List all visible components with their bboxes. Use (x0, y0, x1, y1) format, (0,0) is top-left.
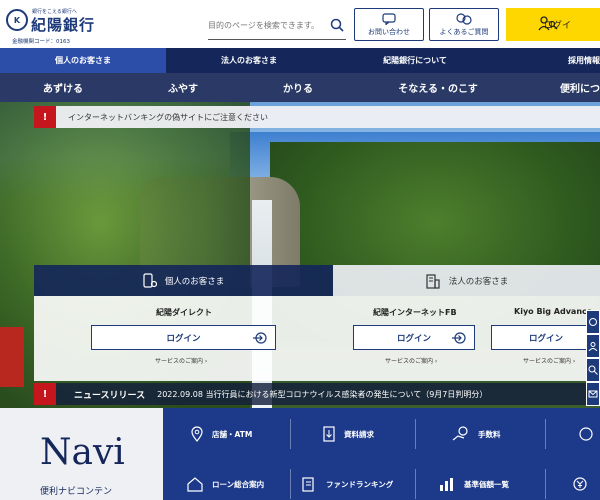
navi-item-nav-list[interactable]: 基準価額一覧 (438, 464, 509, 500)
navi-subtitle: 便利ナビコンテン (40, 487, 113, 497)
nav-about[interactable]: 紀陽銀行について (332, 48, 498, 73)
speech-bubble-icon (382, 12, 396, 25)
nav-corporate[interactable]: 法人のお客さま (166, 48, 332, 73)
bank-code: 金融機関コード：0163 (12, 39, 70, 45)
login-button-kba[interactable]: ログイン (491, 325, 600, 350)
primary-nav: 個人のお客さま 法人のお客さま 紀陽銀行について 採用情報 (0, 48, 600, 73)
house-yen-icon (187, 477, 203, 492)
login-arrow-icon (452, 332, 466, 344)
login-button-label: ログイン (166, 333, 201, 344)
service-guide-kba[interactable]: サービスのご案内 › (523, 356, 575, 365)
search-input[interactable] (208, 15, 326, 35)
alert-banner[interactable]: ! インターネットバンキングの偽サイトにご注意ください (34, 106, 600, 128)
faq-label: よくあるご質問 (439, 27, 489, 36)
navi-item-yen[interactable] (570, 464, 590, 500)
navi-section: Navi 便利ナビコンテン 店舗・ATM 資料請求 手数料 ローン総合案内 ファ… (0, 408, 600, 500)
login-button-label: ログイン (396, 333, 431, 344)
tab-corporate-label: 法人のお客さま (448, 276, 509, 287)
navi-item-fund-ranking[interactable]: ファンドランキング (300, 464, 393, 500)
search-icon (330, 18, 344, 32)
nav-personal[interactable]: 個人のお客さま (0, 48, 166, 73)
person-icon (588, 342, 598, 351)
service-guide-direct[interactable]: サービスのご案内 › (155, 356, 207, 365)
key-people-icon (538, 15, 558, 36)
search-icon (588, 365, 598, 375)
alert-icon: ! (34, 106, 56, 128)
corporate-login-body: 紀陽インターネットFB ログイン サービスのご案内 › Kiyo Big Adv… (333, 296, 600, 381)
document-download-icon (323, 426, 335, 442)
side-button-3[interactable] (586, 358, 600, 382)
login-button-fb[interactable]: ログイン (353, 325, 475, 350)
news-release-bar[interactable]: ! ニュースリリース 2022.09.08 当行行員における新型コロナウイルス感… (34, 383, 600, 405)
logo-name: 紀陽銀行 (31, 16, 96, 34)
map-pin-icon (191, 426, 203, 442)
navi-item-fees[interactable]: 手数料 (452, 414, 501, 454)
faq-button[interactable]: よくあるご質問 (429, 8, 499, 41)
navi-item-branch-atm[interactable]: 店舗・ATM (190, 414, 252, 454)
login-button-label: ログイン (528, 333, 563, 344)
personal-login-body: 紀陽ダイレクト ログイン サービスのご案内 › (34, 296, 333, 381)
navi-heading-block: Navi 便利ナビコンテン (0, 408, 163, 500)
yen-cycle-icon (573, 477, 587, 491)
side-button-1[interactable] (586, 310, 600, 334)
nav-insure[interactable]: そなえる・のこす (356, 73, 520, 102)
login-arrow-icon (253, 332, 267, 344)
navi-item-exchange[interactable] (578, 414, 594, 454)
smartphone-icon (143, 272, 157, 288)
contact-label: お問い合わせ (368, 27, 410, 36)
navi-item-documents[interactable]: 資料請求 (322, 414, 374, 454)
bank-logo[interactable]: K 銀行をこえる銀行へ 紀陽銀行 金融機関コード：0163 (6, 6, 96, 45)
news-alert-icon: ! (34, 383, 56, 405)
tab-corporate[interactable]: 法人のお客さま (333, 265, 600, 296)
search-button[interactable] (328, 15, 346, 35)
news-label: ニュースリリース (74, 390, 146, 401)
floating-side-menu (586, 310, 600, 406)
header-login-button[interactable]: ログイ (506, 8, 600, 41)
torii-graphic (0, 327, 24, 387)
logo-emblem-icon: K (6, 9, 28, 31)
tab-personal-label: 個人のお客さま (164, 276, 225, 287)
hand-coin-icon (452, 426, 468, 441)
nav-convenient[interactable]: 便利につ (520, 73, 600, 102)
tab-personal[interactable]: 個人のお客さま (34, 265, 333, 296)
nav-deposit[interactable]: あずける (0, 73, 126, 102)
nav-invest[interactable]: ふやす (126, 73, 240, 102)
service-title-direct: 紀陽ダイレクト (156, 308, 212, 317)
ranking-icon (302, 477, 314, 492)
mail-icon (588, 390, 598, 398)
bar-chart-icon (440, 478, 453, 491)
service-guide-fb[interactable]: サービスのご案内 › (385, 356, 437, 365)
alert-text: インターネットバンキングの偽サイトにご注意ください (68, 112, 268, 122)
side-button-2[interactable] (586, 334, 600, 358)
news-text[interactable]: 2022.09.08 当行行員における新型コロナウイルス感染者の発生について（9… (157, 389, 487, 400)
service-title-kba: Kiyo Big Advance (514, 307, 593, 316)
building-icon (426, 273, 440, 289)
site-header: K 銀行をこえる銀行へ 紀陽銀行 金融機関コード：0163 お問い合わせ よくあ… (0, 0, 600, 48)
faq-icon (456, 12, 472, 25)
site-search (208, 12, 346, 40)
navi-item-loans[interactable]: ローン総合案内 (186, 464, 264, 500)
side-button-4[interactable] (586, 382, 600, 406)
contact-button[interactable]: お問い合わせ (354, 8, 424, 41)
service-title-fb: 紀陽インターネットFB (373, 308, 457, 317)
login-panel: 個人のお客さま 法人のお客さま 紀陽ダイレクト ログイン サービスのご案内 › … (34, 265, 600, 381)
phone-icon (589, 318, 597, 326)
nav-borrow[interactable]: かりる (240, 73, 356, 102)
exchange-icon (579, 427, 593, 441)
navi-title: Navi (40, 432, 125, 473)
login-button-direct[interactable]: ログイン (91, 325, 276, 350)
nav-recruit[interactable]: 採用情報 (498, 48, 600, 73)
secondary-nav: あずける ふやす かりる そなえる・のこす 便利につ (0, 73, 600, 102)
